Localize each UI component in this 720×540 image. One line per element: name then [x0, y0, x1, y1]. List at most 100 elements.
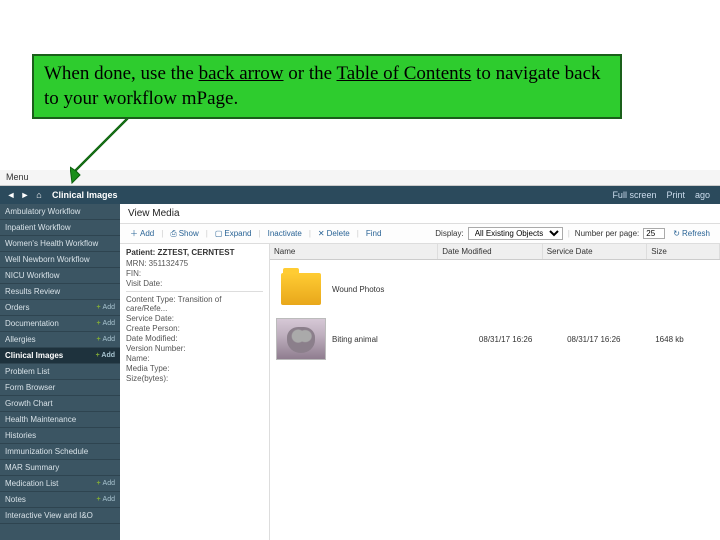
- sidebar-item-label: Allergies: [5, 335, 36, 344]
- sidebar-add-badge[interactable]: Add: [96, 304, 115, 311]
- toolbar: ＋Add | ⎙Show | ▢Expand | Inactivate | ✕D…: [120, 223, 720, 244]
- version-field: Version Number:: [126, 344, 263, 353]
- sidebar-add-badge[interactable]: Add: [96, 352, 115, 359]
- name-field: Name:: [126, 354, 263, 363]
- back-icon[interactable]: ◄: [6, 190, 16, 200]
- ago-label: ago: [695, 190, 710, 200]
- sidebar-item-label: Notes: [5, 495, 26, 504]
- col-name[interactable]: Name: [270, 244, 438, 259]
- sidebar-item[interactable]: Notes Add: [0, 492, 120, 508]
- sidebar-add-badge[interactable]: Add: [96, 496, 115, 503]
- sidebar-item-label: Form Browser: [5, 383, 55, 392]
- display-label: Display:: [435, 229, 463, 238]
- inactivate-button[interactable]: Inactivate: [264, 227, 306, 240]
- sidebar-item[interactable]: OrdersAdd: [0, 300, 120, 316]
- col-size[interactable]: Size: [647, 244, 720, 259]
- tab-title: Clinical Images: [48, 190, 122, 200]
- fin-field: FIN:: [126, 269, 263, 278]
- content-type-field: Content Type: Transition of care/Refe...: [126, 295, 263, 313]
- fullscreen-button[interactable]: Full screen: [612, 190, 656, 200]
- image-thumbnail: [276, 318, 326, 360]
- print-button[interactable]: Print: [666, 190, 685, 200]
- find-button[interactable]: Find: [362, 227, 386, 240]
- expand-button[interactable]: ▢Expand: [211, 227, 256, 240]
- folder-icon: [276, 268, 326, 310]
- file-name: Wound Photos: [332, 285, 479, 294]
- service-date-field: Service Date:: [126, 314, 263, 323]
- sidebar-item-label: Ambulatory Workflow: [5, 207, 80, 216]
- sidebar-item[interactable]: Well Newborn Workflow: [0, 252, 120, 268]
- date-modified-field: Date Modified:: [126, 334, 263, 343]
- sidebar-item[interactable]: Growth Chart: [0, 396, 120, 412]
- sidebar-item-label: Well Newborn Workflow: [5, 255, 90, 264]
- expand-icon: ▢: [215, 229, 223, 238]
- sidebar-item[interactable]: Medication ListAdd: [0, 476, 120, 492]
- table-of-contents-link[interactable]: Table of Contents: [336, 63, 471, 84]
- show-icon: ⎙: [170, 229, 176, 239]
- forward-icon[interactable]: ►: [20, 190, 30, 200]
- sidebar-item-label: Women's Health Workflow: [5, 239, 98, 248]
- arrow-icon: [70, 115, 150, 190]
- file-list: Wound PhotosBiting animal08/31/17 16:260…: [270, 260, 720, 540]
- col-service[interactable]: Service Date: [543, 244, 648, 259]
- app-window: Menu ◄ ► ⌂ Clinical Images Full screen P…: [0, 170, 720, 540]
- sidebar-item[interactable]: Results Review: [0, 284, 120, 300]
- sidebar-item-label: Growth Chart: [5, 399, 53, 408]
- sidebar-item-label: Clinical Images: [5, 351, 63, 360]
- sidebar-add-badge[interactable]: Add: [96, 336, 115, 343]
- delete-button[interactable]: ✕Delete: [314, 227, 354, 240]
- sidebar-item-label: Interactive View and I&O: [5, 511, 93, 520]
- add-button[interactable]: ＋Add: [126, 226, 158, 241]
- sidebar-item[interactable]: Documentation Add: [0, 316, 120, 332]
- patient-name: Patient: ZZTEST, CERNTEST: [126, 248, 263, 257]
- column-header: Name Date Modified Service Date Size: [270, 244, 720, 260]
- content-area: View Media ＋Add | ⎙Show | ▢Expand | Inac…: [120, 204, 720, 540]
- sidebar-item[interactable]: Clinical Images Add: [0, 348, 120, 364]
- size-field: Size(bytes):: [126, 374, 263, 383]
- file-row[interactable]: Wound Photos: [274, 264, 716, 314]
- show-button[interactable]: ⎙Show: [166, 227, 202, 241]
- sidebar-add-badge[interactable]: Add: [96, 320, 115, 327]
- sidebar-item-label: Health Maintenance: [5, 415, 76, 424]
- sidebar-item-label: Documentation: [5, 319, 59, 328]
- file-service: 08/31/17 16:26: [567, 335, 655, 344]
- create-person-field: Create Person:: [126, 324, 263, 333]
- sidebar-item[interactable]: Problem List: [0, 364, 120, 380]
- sidebar-item[interactable]: MAR Summary: [0, 460, 120, 476]
- instruction-callout: When done, use the back arrow or the Tab…: [32, 54, 622, 119]
- sidebar-item-label: Results Review: [5, 287, 60, 296]
- sidebar-item-label: Immunization Schedule: [5, 447, 88, 456]
- sidebar-item[interactable]: Health Maintenance: [0, 412, 120, 428]
- sidebar-item[interactable]: Form Browser: [0, 380, 120, 396]
- col-lastmod[interactable]: Date Modified: [438, 244, 543, 259]
- sidebar-item-label: NICU Workflow: [5, 271, 60, 280]
- home-icon[interactable]: ⌂: [34, 190, 44, 200]
- file-name: Biting animal: [332, 335, 479, 344]
- callout-text-before: When done, use the: [44, 63, 199, 84]
- npp-label: Number per page:: [575, 229, 639, 238]
- sidebar-item[interactable]: Immunization Schedule: [0, 444, 120, 460]
- npp-input[interactable]: [643, 228, 665, 239]
- sidebar-item[interactable]: Allergies Add: [0, 332, 120, 348]
- media-type-field: Media Type:: [126, 364, 263, 373]
- sidebar-item[interactable]: Ambulatory Workflow: [0, 204, 120, 220]
- menu-item[interactable]: Menu: [6, 172, 29, 182]
- sidebar-item[interactable]: Histories: [0, 428, 120, 444]
- sidebar-item[interactable]: Interactive View and I&O: [0, 508, 120, 524]
- file-area: Name Date Modified Service Date Size Wou…: [270, 244, 720, 540]
- callout-text-mid: or the: [284, 63, 337, 84]
- sidebar-item-label: Problem List: [5, 367, 49, 376]
- sidebar-add-badge[interactable]: Add: [96, 480, 115, 487]
- refresh-button[interactable]: ↻Refresh: [669, 227, 714, 240]
- sidebar-item-label: Histories: [5, 431, 36, 440]
- refresh-icon: ↻: [673, 229, 680, 238]
- display-select[interactable]: All Existing Objects: [468, 227, 563, 240]
- file-row[interactable]: Biting animal08/31/17 16:2608/31/17 16:2…: [274, 314, 716, 364]
- back-arrow-link[interactable]: back arrow: [199, 63, 284, 84]
- sidebar-item[interactable]: Women's Health Workflow: [0, 236, 120, 252]
- sidebar-item[interactable]: Inpatient Workflow: [0, 220, 120, 236]
- sidebar: Ambulatory Workflow Inpatient Workflow Wom…: [0, 204, 120, 540]
- plus-icon: ＋: [130, 228, 138, 239]
- file-size: 1648 kb: [655, 335, 714, 344]
- sidebar-item[interactable]: NICU Workflow: [0, 268, 120, 284]
